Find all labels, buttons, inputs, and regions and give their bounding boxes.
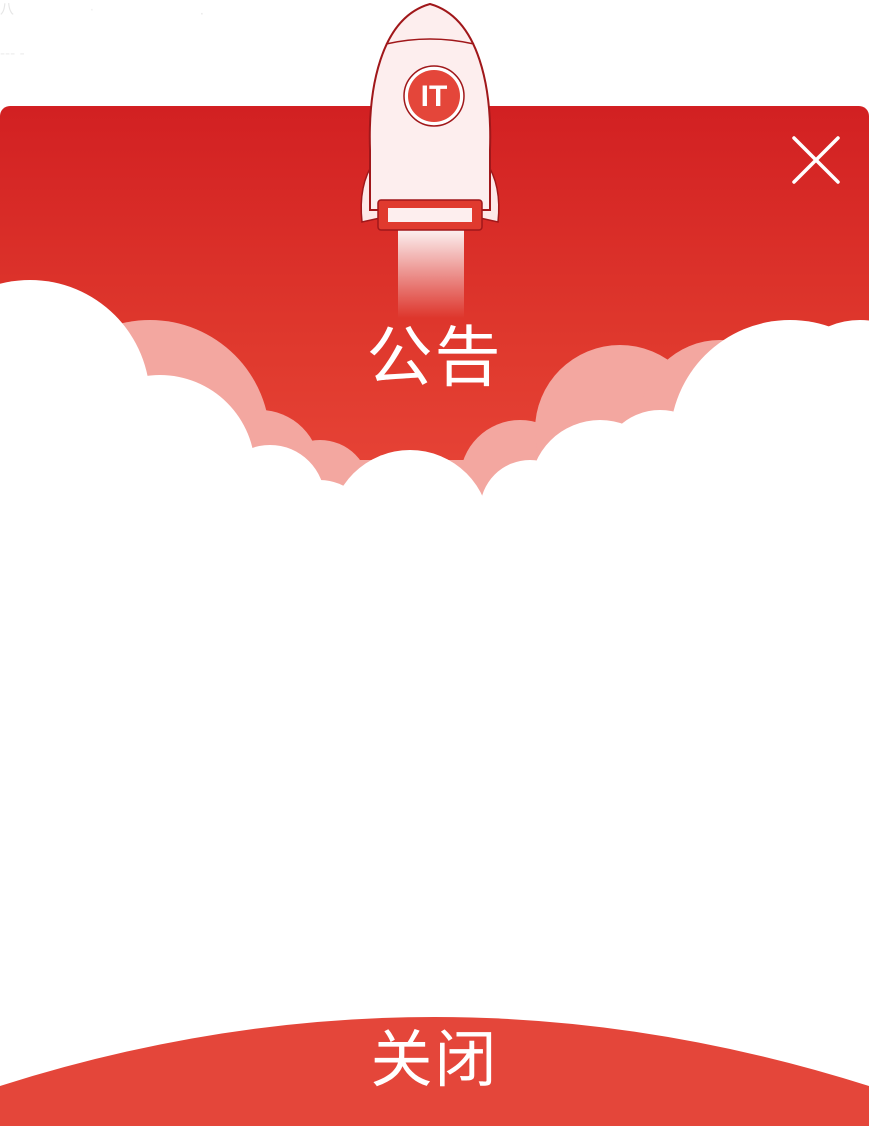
dialog-title: 公告 <box>366 319 503 396</box>
close-icon[interactable] <box>788 132 844 188</box>
close-button-label[interactable]: 关闭 <box>0 1020 869 1100</box>
dialog-body <box>0 520 869 980</box>
rocket-illustration <box>360 2 500 318</box>
announcement-dialog: 八 · · --- - IT 公告 关闭 <box>0 0 869 1126</box>
rocket-badge-text: IT <box>420 80 448 113</box>
